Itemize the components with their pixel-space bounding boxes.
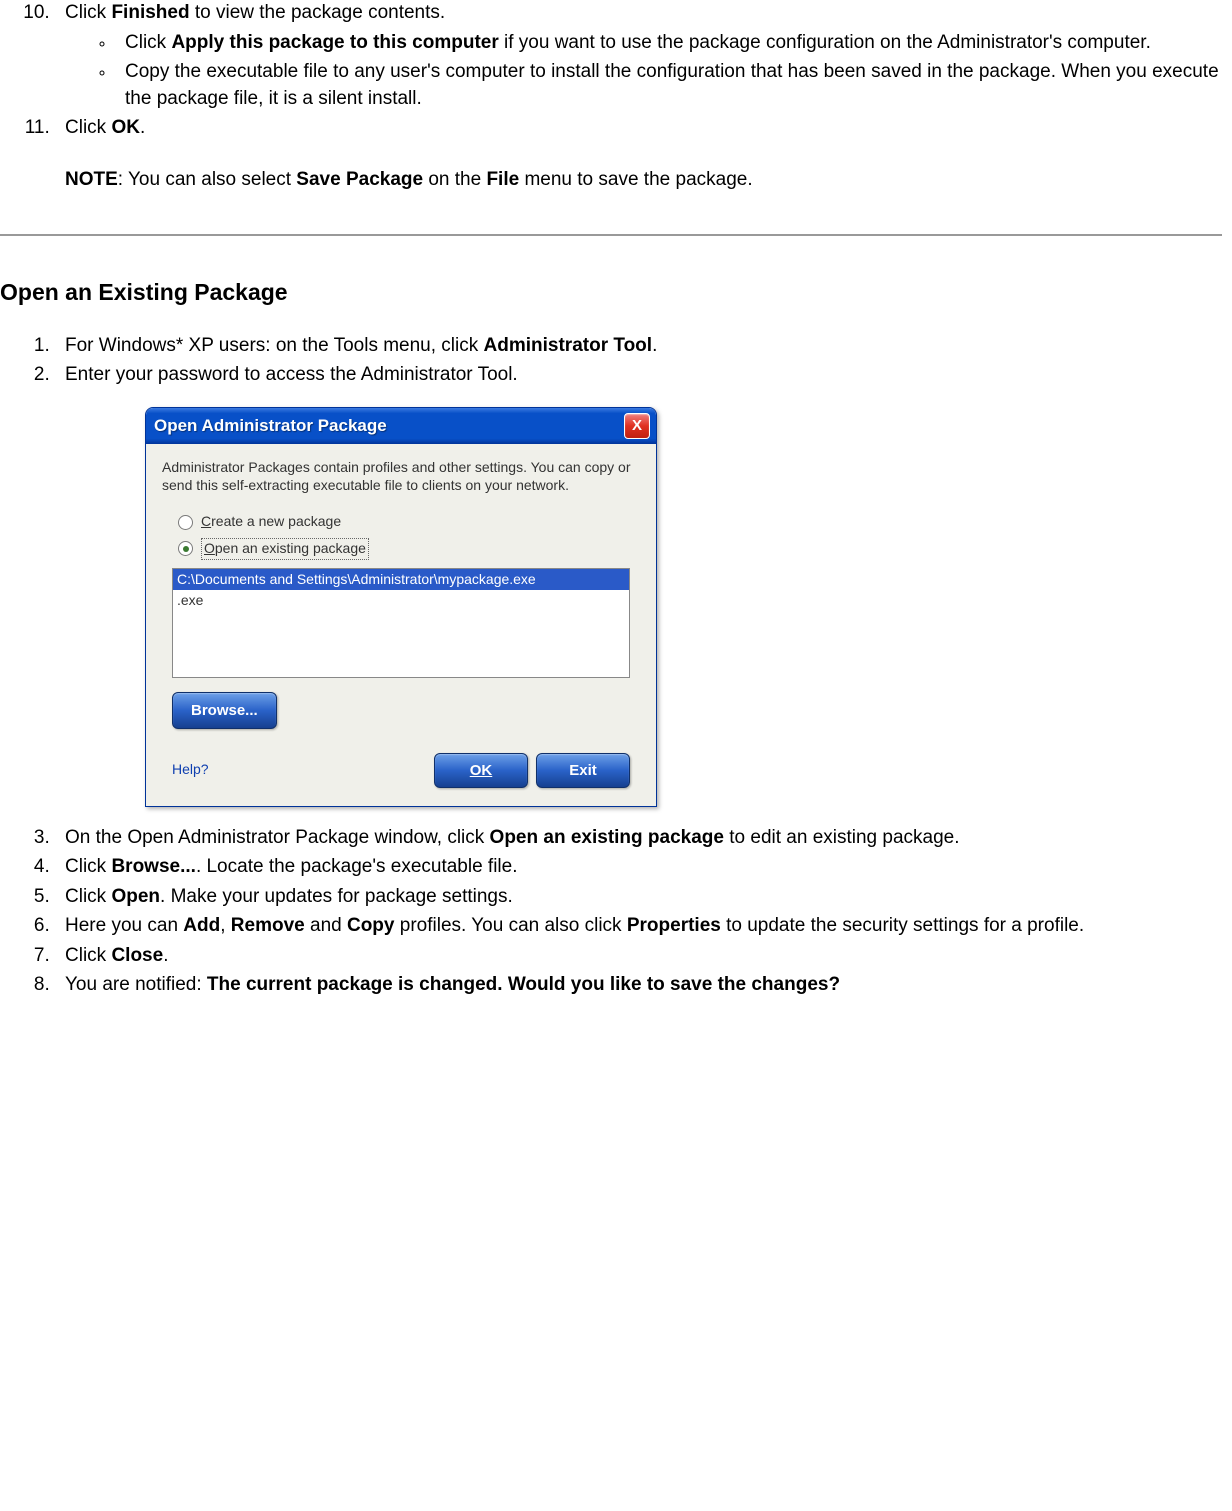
step-10-sub-2: Copy the executable file to any user's c…	[115, 59, 1222, 112]
radio-create-label: Create a new package	[201, 512, 341, 532]
close-icon: X	[632, 415, 642, 436]
dialog-description: Administrator Packages contain profiles …	[162, 458, 640, 494]
package-listbox[interactable]: C:\Documents and Settings\Administrator\…	[172, 568, 630, 678]
s2-step-5: Click Open. Make your updates for packag…	[55, 884, 1222, 911]
step-10: Click Finished to view the package conte…	[55, 0, 1222, 112]
list-item[interactable]: .exe	[173, 590, 629, 612]
s2-step-6: Here you can Add, Remove and Copy profil…	[55, 913, 1222, 940]
list-item[interactable]: C:\Documents and Settings\Administrator\…	[173, 569, 629, 591]
help-link[interactable]: Help?	[172, 760, 209, 780]
step-10-sub-1: Click Apply this package to this compute…	[115, 30, 1222, 57]
radio-open-existing[interactable]: Open an existing package	[178, 538, 640, 560]
step-10-sublist: Click Apply this package to this compute…	[65, 30, 1222, 113]
dialog-titlebar: Open Administrator Package X	[146, 408, 656, 444]
instruction-list-2: For Windows* XP users: on the Tools menu…	[0, 333, 1222, 999]
section-heading: Open an Existing Package	[0, 276, 1222, 308]
dialog-screenshot: Open Administrator Package X Administrat…	[145, 407, 1222, 807]
radio-open-label: Open an existing package	[201, 538, 369, 560]
ok-button[interactable]: OK	[434, 753, 528, 788]
exit-button[interactable]: Exit	[536, 753, 630, 788]
s2-step-7: Click Close.	[55, 943, 1222, 970]
step-11-note: NOTE: You can also select Save Package o…	[65, 167, 1222, 194]
dialog-title: Open Administrator Package	[154, 414, 387, 438]
instruction-list-1: Click Finished to view the package conte…	[0, 0, 1222, 194]
step-11: Click OK. NOTE: You can also select Save…	[55, 115, 1222, 193]
radio-icon	[178, 541, 193, 556]
close-button[interactable]: X	[624, 413, 650, 439]
s2-step-4: Click Browse.... Locate the package's ex…	[55, 854, 1222, 881]
radio-create-new[interactable]: Create a new package	[178, 512, 640, 532]
radio-icon	[178, 515, 193, 530]
s2-step-3: On the Open Administrator Package window…	[55, 825, 1222, 852]
s2-step-1: For Windows* XP users: on the Tools menu…	[55, 333, 1222, 360]
browse-button[interactable]: Browse...	[172, 692, 277, 729]
s2-step-8: You are notified: The current package is…	[55, 972, 1222, 999]
divider	[0, 234, 1222, 236]
s2-step-2: Enter your password to access the Admini…	[55, 362, 1222, 806]
